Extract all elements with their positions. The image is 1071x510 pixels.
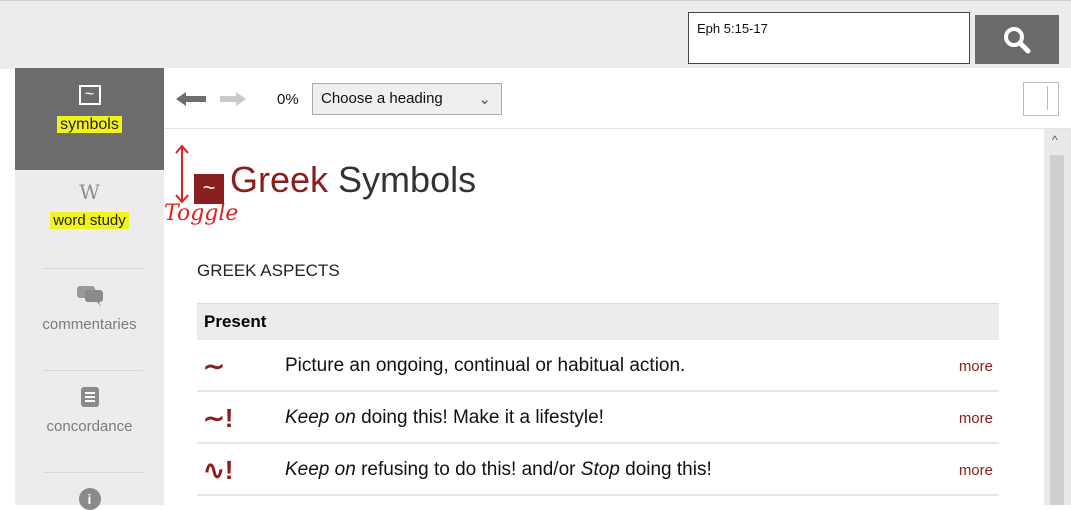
page-title: ~ Greek Symbols bbox=[194, 159, 476, 204]
table-header-row: Present bbox=[197, 303, 999, 340]
sidebar-item-label: concordance bbox=[46, 418, 133, 435]
search-input[interactable]: Eph 5:15-17 bbox=[688, 12, 970, 64]
section-heading: GREEK ASPECTS bbox=[197, 261, 340, 280]
more-link[interactable]: more bbox=[917, 446, 999, 496]
scrollbar-thumb[interactable] bbox=[1050, 155, 1064, 505]
aspect-symbol: ∼ bbox=[197, 342, 279, 392]
aspect-text: Picture an ongoing, continual or habitua… bbox=[279, 342, 917, 392]
content-area: Toggle ~ Greek Symbols GREEK ASPECTS Pres… bbox=[164, 129, 1044, 505]
list-icon bbox=[80, 387, 99, 407]
w-icon: W bbox=[79, 180, 100, 204]
more-link[interactable]: more bbox=[917, 394, 999, 444]
sidebar-item-word-study[interactable]: W word study bbox=[15, 180, 164, 260]
aspect-text: Keep on doing this! Make it a lifestyle! bbox=[279, 394, 917, 444]
panel-icon bbox=[1047, 86, 1054, 110]
aspect-text: Keep on refusing to do this! and/or Stop… bbox=[279, 446, 917, 496]
chevron-down-icon: ⌄ bbox=[478, 91, 491, 108]
top-bar: Eph 5:15-17 bbox=[0, 0, 1071, 69]
heading-select[interactable]: Choose a heading ⌄ bbox=[312, 83, 502, 115]
toolbar: 0% Choose a heading ⌄ bbox=[164, 68, 1071, 129]
sidebar-item-commentaries[interactable]: commentaries bbox=[15, 284, 164, 364]
sidebar: ~ symbols W word study commentaries conc… bbox=[15, 68, 165, 510]
divider bbox=[43, 268, 143, 269]
search-icon bbox=[1004, 26, 1031, 53]
more-link[interactable]: more bbox=[917, 342, 999, 392]
toggle-annotation-arrow-icon bbox=[175, 144, 189, 204]
search-button[interactable] bbox=[975, 15, 1059, 64]
scrollbar[interactable]: ^ bbox=[1044, 129, 1071, 505]
tilde-icon: ~ bbox=[78, 85, 101, 105]
table-row: ∿! Keep on refusing to do this! and/or S… bbox=[197, 446, 999, 496]
sidebar-item-label: commentaries bbox=[42, 316, 137, 333]
forward-arrow-icon[interactable] bbox=[220, 92, 246, 106]
info-icon: i bbox=[78, 488, 101, 510]
aspects-table: Present ∼ Picture an ongoing, continual … bbox=[197, 301, 999, 498]
heading-select-value: Choose a heading bbox=[321, 90, 443, 107]
scroll-up-icon[interactable]: ^ bbox=[1052, 133, 1058, 147]
divider bbox=[43, 370, 143, 371]
toggle-annotation: Toggle bbox=[164, 201, 239, 226]
speech-bubbles-icon bbox=[76, 286, 103, 307]
sidebar-item-info[interactable]: i bbox=[15, 488, 164, 510]
aspect-symbol: ∼! bbox=[197, 394, 279, 444]
panel-toggle-button[interactable] bbox=[1023, 82, 1059, 116]
divider bbox=[43, 472, 143, 473]
table-header: Present bbox=[197, 303, 999, 340]
table-row: ∼! Keep on doing this! Make it a lifesty… bbox=[197, 394, 999, 444]
sidebar-item-concordance[interactable]: concordance bbox=[15, 386, 164, 466]
greek-symbols-logo-icon: ~ bbox=[194, 174, 224, 204]
sidebar-item-symbols[interactable]: ~ symbols bbox=[15, 68, 164, 170]
back-arrow-icon[interactable] bbox=[176, 92, 206, 106]
progress-text: 0% bbox=[277, 91, 299, 108]
aspect-symbol: ∿! bbox=[197, 446, 279, 496]
sidebar-item-label: symbols bbox=[57, 116, 122, 133]
sidebar-item-label: word study bbox=[50, 212, 129, 229]
table-row: ∼ Picture an ongoing, continual or habit… bbox=[197, 342, 999, 392]
